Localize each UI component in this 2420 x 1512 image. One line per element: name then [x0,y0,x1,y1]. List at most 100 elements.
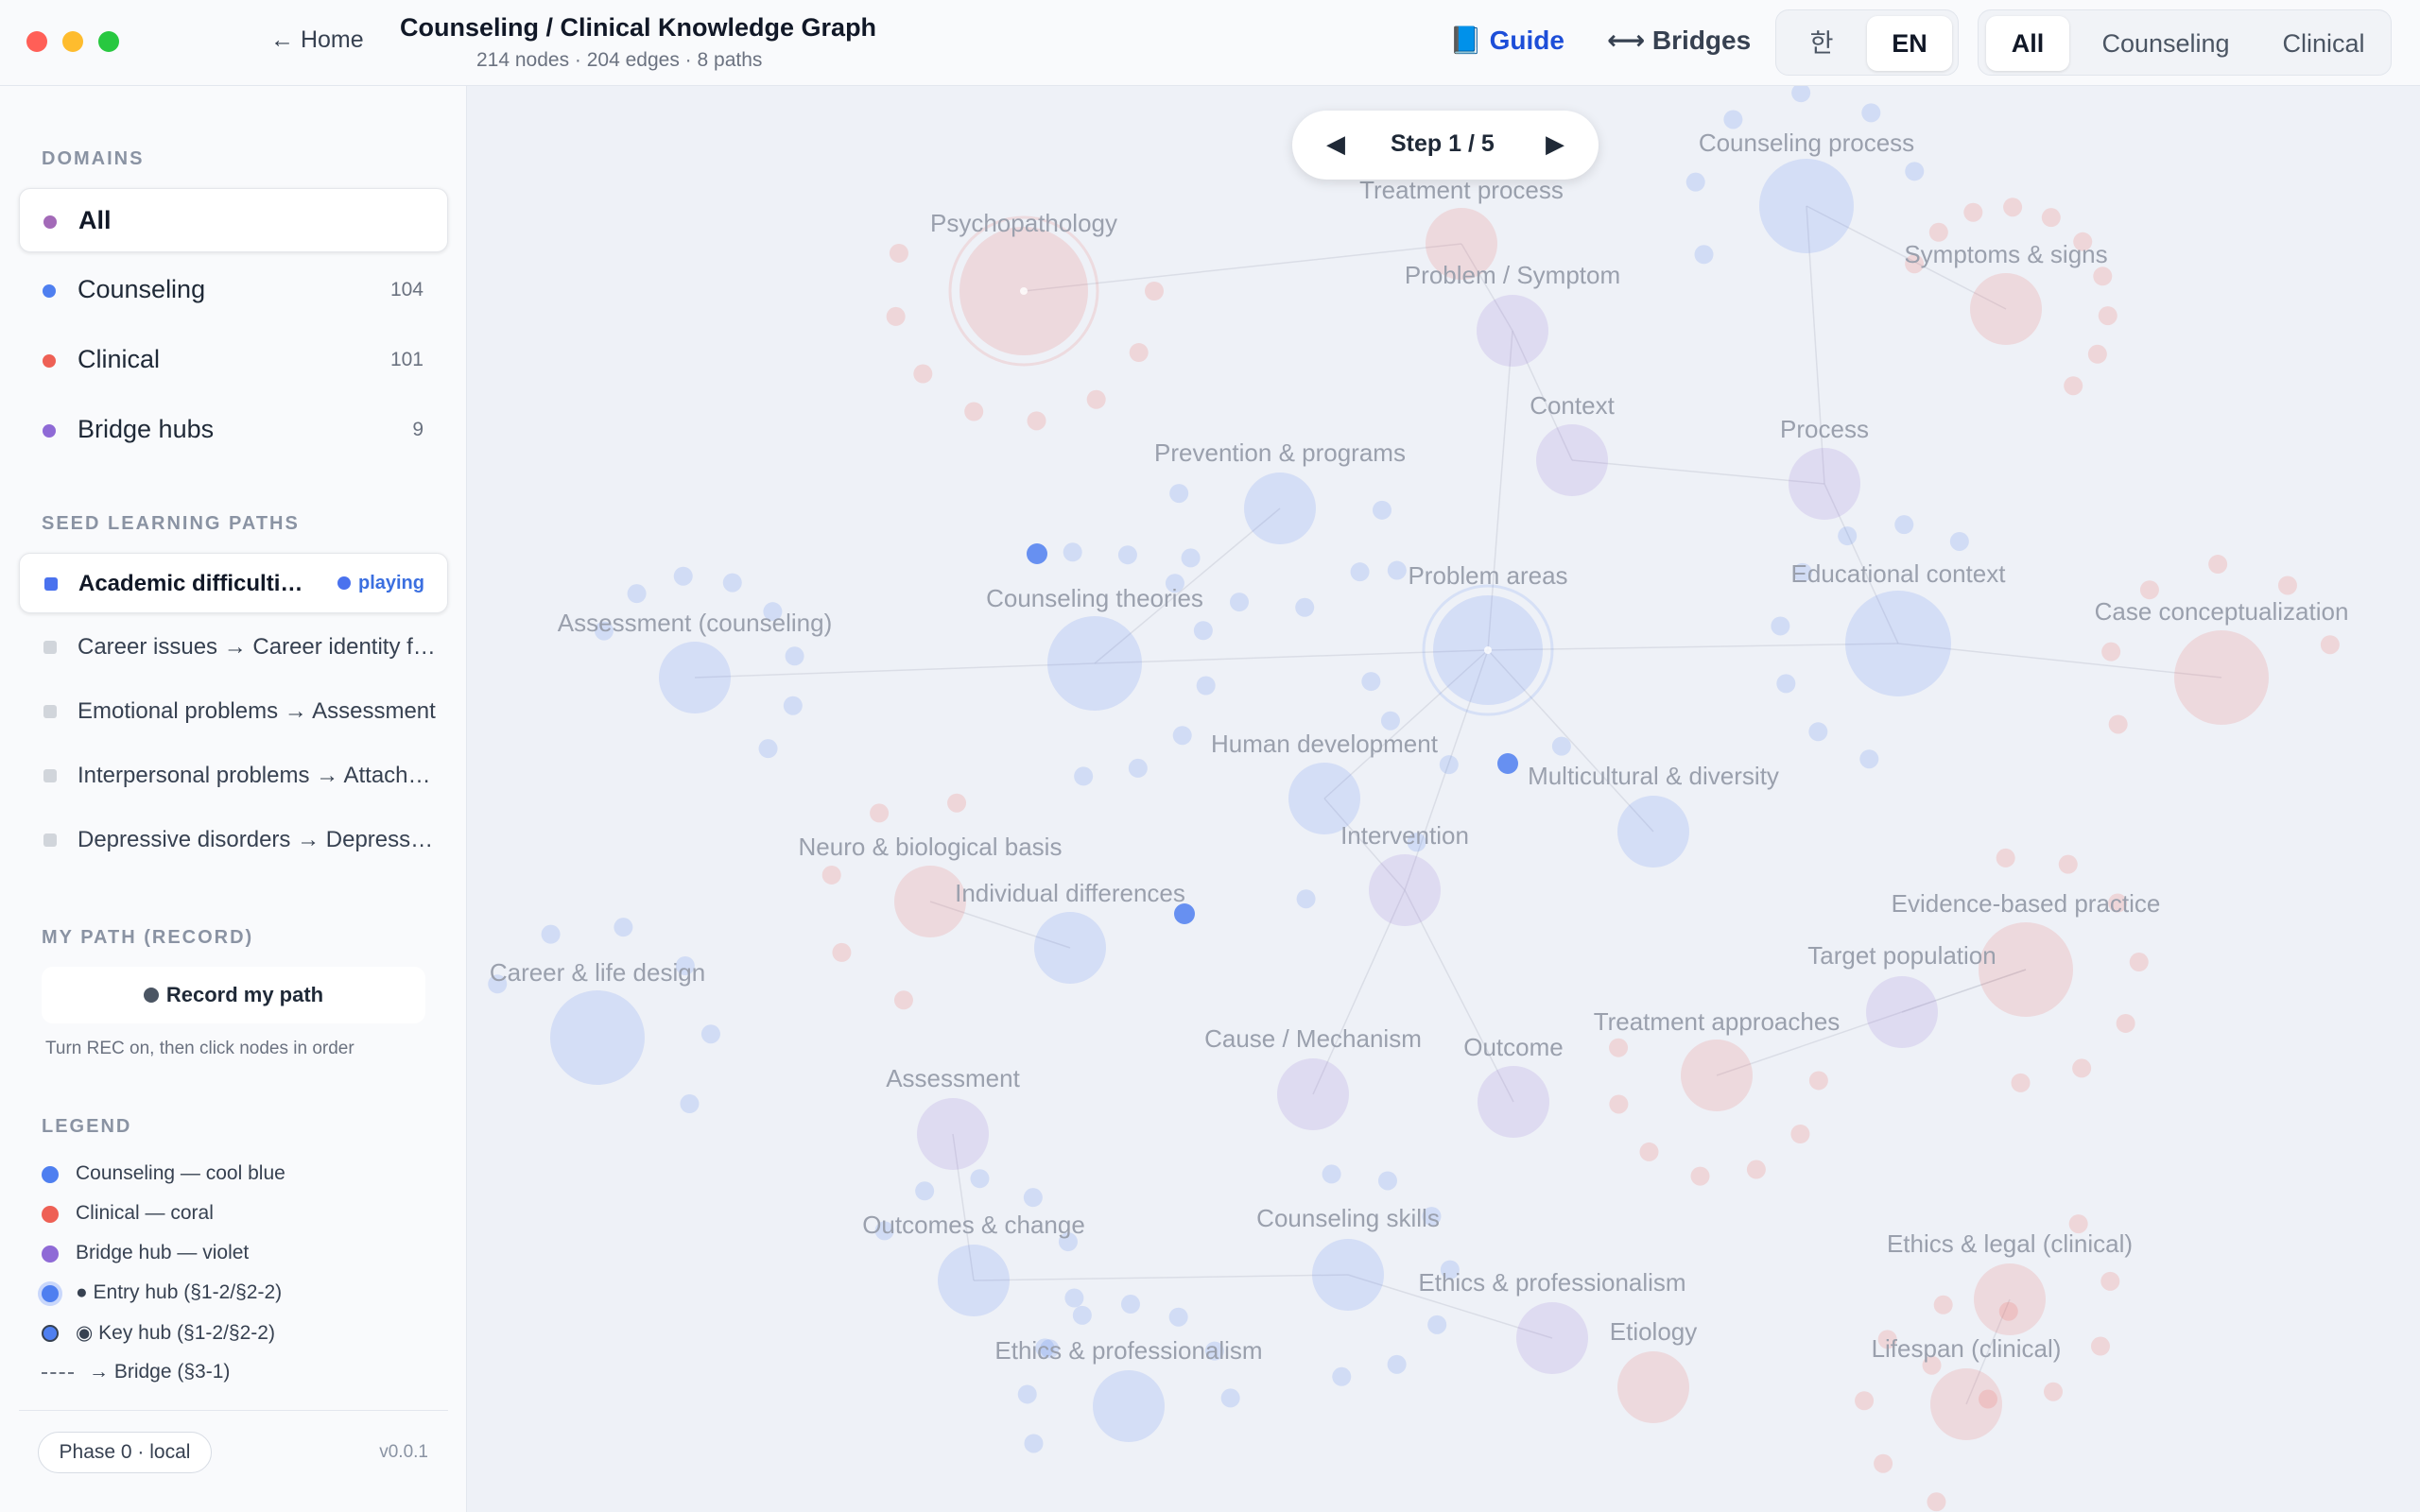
graph-leaf-node[interactable] [1017,1384,1037,1404]
graph-leaf-node[interactable] [1074,766,1094,786]
graph-leaf-node[interactable] [785,646,804,666]
graph-leaf-node[interactable] [1350,562,1370,582]
graph-leaf-node[interactable] [1181,548,1201,568]
path-item-interpersonal[interactable]: Interpersonal problems → Attachment [19,746,448,806]
graph-hub-node[interactable]: Treatment approaches [1594,1007,1841,1111]
graph-leaf-node[interactable] [2072,1058,2092,1078]
graph-leaf-node[interactable] [1905,162,1925,181]
hub-circle[interactable] [2174,630,2269,725]
graph-leaf-node[interactable] [1928,222,1948,242]
graph-leaf-node[interactable] [1027,411,1046,431]
graph-leaf-node[interactable] [1296,889,1316,909]
home-link[interactable]: ← Home [270,26,364,54]
graph-leaf-node[interactable] [1372,500,1392,520]
graph-leaf-node[interactable] [627,584,647,604]
graph-leaf-node[interactable] [1808,722,1828,742]
graph-leaf-node[interactable] [913,364,933,384]
graph-leaf-node[interactable] [1874,1453,1893,1473]
hub-circle[interactable] [1866,976,1938,1048]
active-path-node[interactable] [1497,753,1518,774]
hub-circle[interactable] [1974,1263,2046,1335]
graph-leaf-node[interactable] [1861,103,1881,123]
active-path-node[interactable] [1174,903,1195,924]
graph-leaf-node[interactable] [915,1181,935,1201]
graph-leaf-node[interactable] [2100,1271,2120,1291]
hub-circle[interactable] [1034,912,1106,984]
domain-item-all[interactable]: All [19,188,448,252]
graph-leaf-node[interactable] [1427,1314,1447,1334]
hub-circle[interactable] [1312,1239,1384,1311]
bridges-button[interactable]: ⟷ Bridges [1607,25,1751,56]
hub-circle[interactable] [550,990,645,1085]
hub-circle[interactable] [1093,1370,1165,1442]
graph-leaf-node[interactable] [1024,1434,1044,1453]
graph-hub-node[interactable]: Cause / Mechanism [1204,1024,1422,1130]
graph-leaf-node[interactable] [1551,736,1571,756]
hub-circle[interactable] [1617,796,1689,868]
graph-leaf-node[interactable] [1723,110,1743,129]
graph-leaf-node[interactable] [1169,484,1189,504]
graph-leaf-node[interactable] [1859,749,1879,769]
graph-hub-node[interactable]: Etiology [1610,1317,1698,1423]
scope-all-button[interactable]: All [1986,16,2069,71]
domain-item-bridge-hubs[interactable]: Bridge hubs 9 [19,398,448,462]
domain-item-counseling[interactable]: Counseling 104 [19,258,448,322]
graph-leaf-node[interactable] [700,1024,720,1044]
graph-leaf-node[interactable] [680,1094,700,1114]
graph-leaf-node[interactable] [1145,282,1164,301]
graph-leaf-node[interactable] [1023,1188,1043,1208]
graph-leaf-node[interactable] [1791,86,1811,103]
graph-leaf-node[interactable] [1193,621,1213,641]
graph-leaf-node[interactable] [1790,1124,1810,1143]
graph-leaf-node[interactable] [1063,542,1082,562]
step-next-button[interactable]: ▶ [1546,129,1564,159]
step-prev-button[interactable]: ◀ [1326,129,1345,159]
graph-leaf-node[interactable] [1685,172,1705,192]
graph-leaf-node[interactable] [1117,545,1137,565]
graph-leaf-node[interactable] [1129,343,1149,363]
window-zoom-button[interactable] [98,31,119,52]
graph-leaf-node[interactable] [2108,714,2128,734]
hub-circle[interactable] [1970,273,2042,345]
graph-leaf-node[interactable] [1332,1366,1352,1386]
graph-hub-node[interactable]: Assessment [886,1064,1021,1170]
graph-canvas[interactable]: Psychopathology Treatment process Problem … [468,86,2420,1512]
graph-hub-node[interactable]: Symptoms & signs [1904,240,2108,345]
graph-hub-node[interactable]: Lifespan (clinical) [1872,1334,2062,1440]
graph-leaf-node[interactable] [2098,306,2118,326]
graph-leaf-node[interactable] [1072,1305,1092,1325]
graph-hub-node[interactable]: Context [1530,391,1616,496]
graph-leaf-node[interactable] [1172,726,1192,746]
graph-leaf-node[interactable] [947,793,967,813]
hub-circle[interactable] [659,642,731,713]
hub-circle[interactable] [938,1245,1010,1316]
graph-leaf-node[interactable] [2058,854,2078,874]
graph-leaf-node[interactable] [2064,376,2083,396]
graph-leaf-node[interactable] [1120,1295,1140,1314]
graph-leaf-node[interactable] [2208,555,2228,575]
graph-leaf-node[interactable] [832,942,852,962]
graph-leaf-node[interactable] [1168,1307,1188,1327]
window-minimize-button[interactable] [62,31,83,52]
graph-leaf-node[interactable] [1086,389,1106,409]
graph-hub-node[interactable]: Ethics & legal (clinical) [1887,1229,2133,1335]
graph-hub-node[interactable]: Counseling theories [986,584,1203,711]
graph-leaf-node[interactable] [1927,1492,1946,1512]
graph-hub-node[interactable]: Career & life design [490,958,705,1085]
graph-leaf-node[interactable] [893,990,913,1010]
lang-en-button[interactable]: EN [1867,16,1952,71]
graph-leaf-node[interactable] [673,566,693,586]
graph-hub-node[interactable]: Problem areas [1408,561,1568,716]
graph-leaf-node[interactable] [1949,531,1969,551]
graph-leaf-node[interactable] [1439,755,1459,775]
graph-hub-node[interactable]: Case conceptualization [2095,597,2349,725]
graph-leaf-node[interactable] [2044,1382,2064,1401]
graph-leaf-node[interactable] [1377,1171,1397,1191]
graph-leaf-node[interactable] [1128,758,1148,778]
graph-leaf-node[interactable] [1609,1038,1629,1057]
domain-item-clinical[interactable]: Clinical 101 [19,328,448,392]
graph-leaf-node[interactable] [2090,1336,2110,1356]
hub-circle[interactable] [1789,448,1860,520]
graph-hub-node[interactable]: Psychopathology [930,209,1117,367]
graph-leaf-node[interactable] [2129,953,2149,972]
